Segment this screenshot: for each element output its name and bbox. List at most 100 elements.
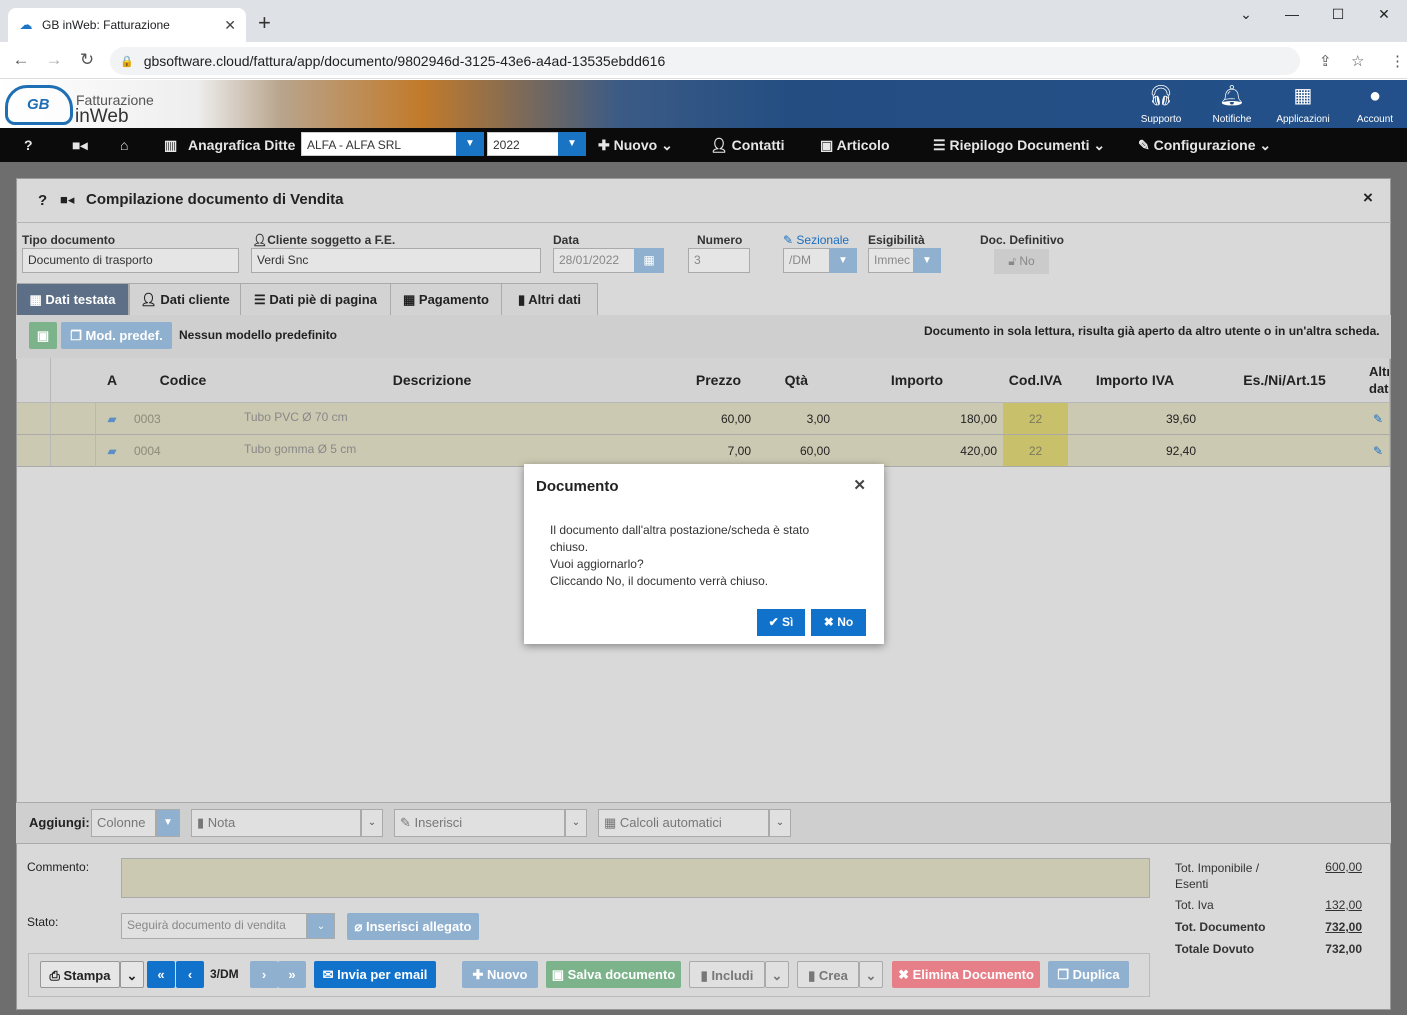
- cell-prezzo[interactable]: 60,00: [626, 403, 758, 435]
- configurazione-menu[interactable]: ✎ Configurazione ⌄: [1138, 128, 1271, 162]
- numero-field[interactable]: 3: [688, 248, 750, 273]
- share-icon[interactable]: ⇪: [1319, 52, 1332, 70]
- prev-page-icon[interactable]: ‹: [176, 961, 204, 988]
- cell-descrizione[interactable]: Tubo PVC Ø 70 cm: [238, 403, 627, 435]
- cell-qta[interactable]: 3,00: [757, 403, 837, 435]
- tab-pagamento[interactable]: ▦ Pagamento: [390, 283, 502, 315]
- cell-importo[interactable]: 420,00: [836, 435, 1004, 467]
- nuovo-button[interactable]: ✚ Nuovo: [462, 961, 538, 988]
- year-select-caret-icon[interactable]: ▼: [558, 132, 586, 156]
- chevron-down-icon[interactable]: ⌄: [120, 961, 144, 988]
- articolo-menu[interactable]: ▣ Articolo: [820, 128, 890, 162]
- bookmark-star-icon[interactable]: ☆: [1351, 52, 1364, 70]
- box-icon[interactable]: ▰: [96, 435, 129, 467]
- tab-dati-pie-pagina[interactable]: ☰ Dati piè di pagina: [240, 283, 391, 315]
- colonne-dropdown[interactable]: Colonne: [91, 809, 156, 837]
- video-icon[interactable]: ■◂: [72, 128, 87, 162]
- includi-button[interactable]: ▮ Includi: [689, 961, 765, 988]
- forward-icon[interactable]: →: [44, 50, 64, 70]
- back-icon[interactable]: ←: [11, 50, 31, 70]
- inserisci-allegato-button[interactable]: ⌀ Inserisci allegato: [347, 913, 479, 940]
- url-field[interactable]: 🔒 gbsoftware.cloud/fattura/app/documento…: [110, 47, 1300, 75]
- panel-close-icon[interactable]: ×: [1363, 188, 1373, 208]
- cell-importo-iva[interactable]: 39,60: [1068, 403, 1203, 435]
- account-button[interactable]: ● Account: [1345, 84, 1405, 125]
- salva-documento-button[interactable]: ▣ Salva documento: [546, 961, 681, 988]
- tot-documento-value[interactable]: 732,00: [1302, 920, 1362, 934]
- colonne-caret-icon[interactable]: ▼: [156, 809, 180, 837]
- home-icon[interactable]: ⌂: [120, 128, 128, 162]
- sezionale-field[interactable]: /DM: [783, 248, 831, 273]
- cell-qta[interactable]: 60,00: [757, 435, 837, 467]
- cell-prezzo[interactable]: 7,00: [626, 435, 758, 467]
- tab-dati-testata[interactable]: ▦ Dati testata: [16, 283, 129, 315]
- edit-icon[interactable]: ✎: [1367, 403, 1390, 435]
- chevron-down-icon[interactable]: ⌄: [565, 809, 587, 837]
- tab-altri-dati[interactable]: ▮ Altri dati: [501, 283, 598, 315]
- chevron-down-icon[interactable]: ⌄: [765, 961, 789, 988]
- supporto-button[interactable]: 🎧︎ Supporto: [1131, 84, 1191, 125]
- stato-field[interactable]: Seguirà documento di vendita: [121, 913, 307, 939]
- reload-icon[interactable]: ↻: [77, 50, 97, 70]
- next-page-icon[interactable]: ›: [250, 961, 278, 988]
- last-page-icon[interactable]: »: [278, 961, 306, 988]
- edit-icon[interactable]: ✎: [1367, 435, 1390, 467]
- duplica-button[interactable]: ❐ Duplica: [1048, 961, 1129, 988]
- cell-esenzione[interactable]: [1202, 403, 1368, 435]
- chevron-down-icon[interactable]: ⌄: [1231, 6, 1261, 24]
- browser-tab[interactable]: ☁ GB inWeb: Fatturazione ✕: [8, 8, 246, 42]
- invia-email-button[interactable]: ✉ Invia per email: [314, 961, 436, 988]
- cell-codice[interactable]: 0003: [128, 403, 239, 435]
- crea-button[interactable]: ▮ Crea: [797, 961, 859, 988]
- maximize-icon[interactable]: ☐: [1323, 6, 1353, 24]
- cell-descrizione[interactable]: Tubo gomma Ø 5 cm: [238, 435, 627, 467]
- chevron-down-icon[interactable]: ⌄: [859, 961, 883, 988]
- minimize-icon[interactable]: —: [1277, 6, 1307, 24]
- esigibilita-caret-icon[interactable]: ▼: [913, 248, 941, 273]
- company-select[interactable]: ALFA - ALFA SRL: [301, 132, 457, 156]
- nuovo-menu[interactable]: ✚ Nuovo ⌄: [598, 128, 673, 162]
- riepilogo-menu[interactable]: ☰ Riepilogo Documenti ⌄: [933, 128, 1105, 162]
- video-icon[interactable]: ■◂: [60, 192, 74, 208]
- esigibilita-field[interactable]: Immec: [868, 248, 914, 273]
- row-select-cell[interactable]: [17, 435, 51, 467]
- chevron-down-icon[interactable]: ⌄: [361, 809, 383, 837]
- help-icon[interactable]: ?: [38, 192, 47, 209]
- dialog-close-icon[interactable]: ✕: [853, 476, 866, 494]
- cell-codiva[interactable]: 22: [1003, 403, 1069, 435]
- cliente-field[interactable]: Verdi Snc: [251, 248, 541, 273]
- calcoli-dropdown[interactable]: ▦ Calcoli automatici: [598, 809, 769, 837]
- new-tab-icon[interactable]: +: [258, 10, 271, 36]
- cell-esenzione[interactable]: [1202, 435, 1368, 467]
- close-tab-icon[interactable]: ✕: [224, 17, 236, 34]
- mod-predef-button[interactable]: ❐ Mod. predef.: [61, 322, 172, 349]
- cell-importo-iva[interactable]: 92,40: [1068, 435, 1203, 467]
- no-button[interactable]: ✖ No: [811, 609, 866, 636]
- sezionale-link[interactable]: ✎ Sezionale: [783, 233, 849, 247]
- calendar-icon[interactable]: ▦: [634, 248, 664, 273]
- tipo-documento-field[interactable]: Documento di trasporto: [22, 248, 239, 273]
- commento-textarea[interactable]: [121, 858, 1150, 898]
- contatti-menu[interactable]: 👤︎ Contatti: [710, 128, 785, 162]
- inserisci-dropdown[interactable]: ✎ Inserisci: [394, 809, 565, 837]
- more-menu-icon[interactable]: ⋮: [1390, 52, 1405, 70]
- cell-codiva[interactable]: 22: [1003, 435, 1069, 467]
- notifiche-button[interactable]: 🔔︎ Notifiche: [1202, 84, 1262, 125]
- applicazioni-button[interactable]: ▦ Applicazioni: [1273, 84, 1333, 125]
- yes-button[interactable]: ✔ Sì: [757, 609, 805, 636]
- data-field[interactable]: 28/01/2022: [553, 248, 635, 273]
- row-select-cell[interactable]: [17, 403, 51, 435]
- sezionale-caret-icon[interactable]: ▼: [829, 248, 857, 273]
- year-select[interactable]: 2022: [487, 132, 559, 156]
- help-menu-button[interactable]: ?: [24, 128, 33, 162]
- app-logo[interactable]: GB Fatturazione inWeb: [5, 83, 175, 127]
- tot-imponibile-value[interactable]: 600,00: [1302, 860, 1362, 874]
- company-select-caret-icon[interactable]: ▼: [456, 132, 484, 156]
- definitivo-toggle[interactable]: 🔓︎ No: [994, 249, 1049, 274]
- first-page-icon[interactable]: «: [147, 961, 175, 988]
- save-icon[interactable]: ▣: [29, 322, 57, 349]
- anagrafica-ditte-menu[interactable]: Anagrafica Ditte: [188, 128, 295, 162]
- nota-dropdown[interactable]: ▮ Nota: [191, 809, 361, 837]
- cell-importo[interactable]: 180,00: [836, 403, 1004, 435]
- close-window-icon[interactable]: ✕: [1369, 6, 1399, 24]
